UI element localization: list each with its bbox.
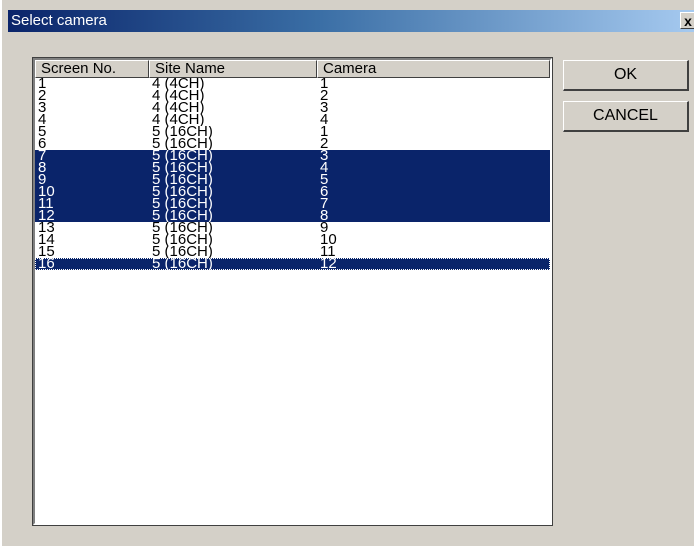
dialog-client-area: Screen No. Site Name Camera 14 (4CH) 1 2 4 … — [2, 36, 694, 546]
site-name-cell: 5 (16CH) — [152, 246, 213, 258]
column-header-camera[interactable]: Camera — [317, 60, 550, 78]
site-name-cell: 5 (16CH) — [152, 234, 213, 246]
camera-cell: 8 — [320, 210, 329, 222]
camera-cell: 1 — [320, 126, 329, 138]
camera-cell: 6 — [320, 186, 329, 198]
site-name-cell: 5 (16CH) — [152, 186, 213, 198]
screen-no-cell: 9 — [38, 174, 47, 186]
table-row[interactable]: 10 5 (16CH) 6 — [35, 186, 550, 198]
screen-no-cell: 4 — [38, 114, 47, 126]
camera-cell: 3 — [320, 102, 329, 114]
table-row[interactable]: 1 4 (4CH) 1 — [35, 78, 550, 90]
camera-cell: 2 — [320, 90, 329, 102]
camera-cell: 5 — [320, 174, 329, 186]
site-name-cell: 4 (4CH) — [152, 90, 205, 102]
screen-no-cell: 14 — [38, 234, 55, 246]
select-camera-dialog: Select camera x Screen No. Site Name Cam… — [0, 0, 694, 546]
screen-no-cell: 16 — [38, 258, 55, 270]
table-row[interactable]: 14 5 (16CH) 10 — [35, 234, 550, 246]
table-row[interactable]: 13 5 (16CH) 9 — [35, 222, 550, 234]
table-row[interactable]: 12 5 (16CH) 8 — [35, 210, 550, 222]
table-row[interactable]: 7 5 (16CH) 3 — [35, 150, 550, 162]
table-row[interactable]: 9 5 (16CH) 5 — [35, 174, 550, 186]
list-header: Screen No. Site Name Camera — [35, 60, 550, 78]
table-row[interactable]: 2 4 (4CH) 2 — [35, 90, 550, 102]
table-row[interactable]: 5 5 (16CH) 1 — [35, 126, 550, 138]
screen-no-cell: 5 — [38, 126, 47, 138]
cancel-button[interactable]: CANCEL — [563, 101, 689, 132]
screen-no-cell: 13 — [38, 222, 55, 234]
column-header-screen-no[interactable]: Screen No. — [35, 60, 149, 78]
site-name-cell: 4 (4CH) — [152, 78, 205, 90]
screen-no-cell: 7 — [38, 150, 47, 162]
list-rows: 14 (4CH) 1 2 4 (4CH) 2 3 4 (4CH) 3 4 4 (4CH) 4 5 5 (… — [35, 78, 550, 270]
screen-no-cell: 12 — [38, 210, 55, 222]
close-icon[interactable]: x — [680, 12, 694, 29]
site-name-cell: 5 (16CH) — [152, 210, 213, 222]
screen-no-cell: 6 — [38, 138, 47, 150]
screen-no-cell: 8 — [38, 162, 47, 174]
screen-no-cell: 3 — [38, 102, 47, 114]
camera-cell: 4 — [320, 162, 329, 174]
table-row[interactable]: 16 5 (16CH) 12 — [35, 258, 550, 270]
table-row[interactable]: 3 4 (4CH) 3 — [35, 102, 550, 114]
site-name-cell: 5 (16CH) — [152, 198, 213, 210]
site-name-cell: 5 (16CH) — [152, 222, 213, 234]
table-row[interactable]: 11 5 (16CH) 7 — [35, 198, 550, 210]
screen-no-cell: 1 — [38, 78, 47, 90]
ok-button[interactable]: OK — [563, 60, 689, 91]
camera-list[interactable]: Screen No. Site Name Camera 14 (4CH) 1 2 4 … — [32, 57, 553, 526]
site-name-cell: 5 (16CH) — [152, 258, 213, 270]
camera-cell: 3 — [320, 150, 329, 162]
camera-cell: 9 — [320, 222, 329, 234]
camera-cell: 1 — [320, 78, 329, 90]
camera-cell: 2 — [320, 138, 329, 150]
site-name-cell: 4 (4CH) — [152, 102, 205, 114]
site-name-cell: 5 (16CH) — [152, 174, 213, 186]
window-title: Select camera — [11, 12, 107, 29]
camera-cell: 12 — [320, 258, 337, 270]
table-row[interactable]: 4 4 (4CH) 4 — [35, 114, 550, 126]
camera-cell: 7 — [320, 198, 329, 210]
column-header-site-name[interactable]: Site Name — [149, 60, 317, 78]
title-bar[interactable]: Select camera x — [8, 10, 694, 32]
table-row[interactable]: 6 5 (16CH) 2 — [35, 138, 550, 150]
camera-cell: 4 — [320, 114, 329, 126]
camera-cell: 10 — [320, 234, 337, 246]
camera-cell: 11 — [320, 246, 336, 258]
site-name-cell: 5 (16CH) — [152, 138, 213, 150]
site-name-cell: 5 (16CH) — [152, 150, 213, 162]
table-row[interactable]: 15 5 (16CH) 11 — [35, 246, 550, 258]
site-name-cell: 4 (4CH) — [152, 114, 205, 126]
site-name-cell: 5 (16CH) — [152, 162, 213, 174]
table-row[interactable]: 8 5 (16CH) 4 — [35, 162, 550, 174]
screen-no-cell: 2 — [38, 90, 47, 102]
screen-no-cell: 15 — [38, 246, 55, 258]
screen-no-cell: 10 — [38, 186, 55, 198]
screen-no-cell: 11 — [38, 198, 54, 210]
site-name-cell: 5 (16CH) — [152, 126, 213, 138]
